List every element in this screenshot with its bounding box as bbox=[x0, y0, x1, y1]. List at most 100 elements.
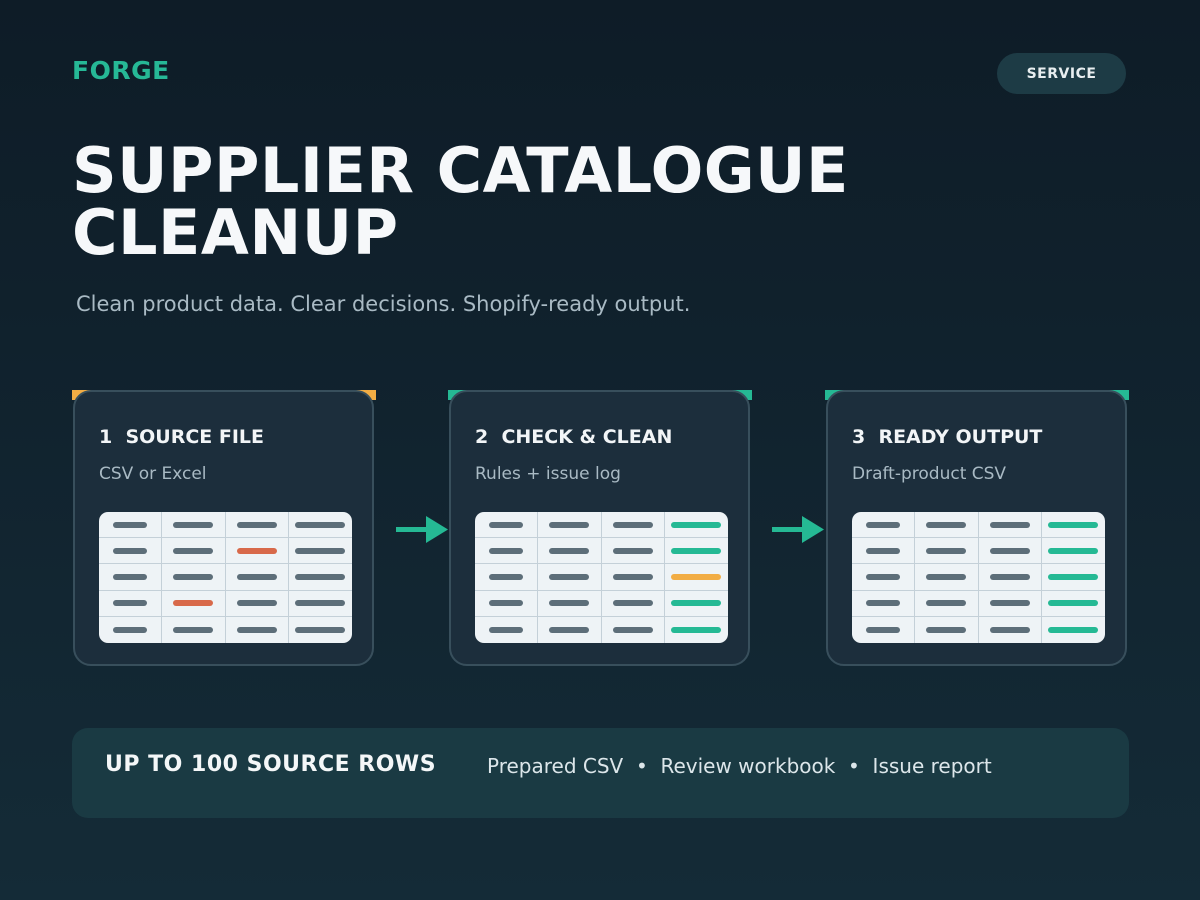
cell-value-orange bbox=[236, 547, 277, 554]
sheet-cell bbox=[915, 538, 979, 565]
sheet-cell bbox=[475, 512, 539, 539]
cell-value-gray bbox=[612, 521, 653, 528]
cell-value-gray bbox=[489, 573, 524, 580]
cell-value-gray bbox=[989, 573, 1030, 580]
sheet-cell bbox=[1042, 617, 1105, 643]
sheet-cell bbox=[162, 512, 226, 539]
cell-value-gray bbox=[926, 600, 967, 607]
sheet-cell bbox=[601, 590, 665, 617]
sheet-cell bbox=[601, 512, 665, 539]
cell-value-gray bbox=[549, 600, 590, 607]
sheet-cell bbox=[225, 538, 289, 565]
sheet-cell bbox=[664, 591, 728, 617]
cell-value-gray bbox=[866, 547, 901, 554]
cell-value-gray bbox=[489, 547, 524, 554]
sheet-cell bbox=[289, 617, 352, 643]
step-subtitle: CSV or Excel bbox=[99, 464, 207, 484]
sheet-cell bbox=[1041, 512, 1105, 539]
step-title: 2 CHECK & CLEAN bbox=[475, 426, 673, 448]
cell-value-gray bbox=[236, 573, 277, 580]
sheet-cell bbox=[915, 564, 979, 591]
cell-value-gray bbox=[612, 547, 653, 554]
cell-value-gray bbox=[236, 626, 277, 633]
sheet-cell bbox=[601, 564, 665, 591]
cell-value-gray bbox=[295, 626, 346, 633]
cell-value-gray bbox=[989, 626, 1030, 633]
sheet-cell bbox=[99, 564, 163, 591]
sheet-cell bbox=[664, 538, 728, 565]
sheet-cell bbox=[664, 564, 728, 591]
step-card-source-file: 1 SOURCE FILE CSV or Excel bbox=[73, 390, 374, 666]
sheet-cell bbox=[978, 590, 1042, 617]
arrow-right-icon bbox=[396, 516, 448, 543]
arrow-right-icon bbox=[772, 516, 824, 543]
cell-value-gray bbox=[113, 573, 148, 580]
cell-value-gray bbox=[866, 600, 901, 607]
cell-value-gray bbox=[173, 626, 214, 633]
sheet-cell bbox=[288, 564, 352, 591]
cell-value-gray bbox=[926, 547, 967, 554]
cell-value-gray bbox=[113, 547, 148, 554]
sheet-cell bbox=[288, 591, 352, 617]
sheet-cell bbox=[978, 564, 1042, 591]
sheet-cell bbox=[99, 538, 163, 565]
cell-value-gray bbox=[173, 547, 214, 554]
page-subtitle: Clean product data. Clear decisions. Sho… bbox=[76, 292, 691, 316]
cell-value-gray bbox=[295, 547, 346, 554]
sheet-cell bbox=[162, 538, 226, 565]
cell-value-gray bbox=[989, 547, 1030, 554]
sheet-cell bbox=[162, 590, 226, 617]
sheet-cell bbox=[288, 538, 352, 565]
sheet-cell bbox=[538, 512, 602, 539]
step-subtitle: Draft-product CSV bbox=[852, 464, 1007, 484]
cell-value-gray bbox=[866, 573, 901, 580]
sheet-cell bbox=[664, 512, 728, 539]
cell-value-green bbox=[671, 521, 722, 528]
cell-value-gray bbox=[489, 521, 524, 528]
step-subtitle: Rules + issue log bbox=[475, 464, 621, 484]
step-title: 1 SOURCE FILE bbox=[99, 426, 265, 448]
sheet-cell bbox=[162, 564, 226, 591]
cell-value-gray bbox=[113, 626, 148, 633]
cell-value-green bbox=[1048, 521, 1099, 528]
sheet-cell bbox=[1041, 538, 1105, 565]
sheet-cell bbox=[475, 538, 539, 565]
sheet-cell bbox=[538, 564, 602, 591]
sheet-cell bbox=[852, 590, 916, 617]
sheet-cell bbox=[99, 590, 163, 617]
cell-value-green bbox=[671, 626, 722, 633]
cell-value-gray bbox=[295, 521, 346, 528]
sheet-cell bbox=[99, 512, 163, 539]
sheet-cell bbox=[915, 590, 979, 617]
cell-value-green bbox=[1048, 573, 1099, 580]
cell-value-gray bbox=[236, 600, 277, 607]
cell-value-gray bbox=[295, 600, 346, 607]
cell-value-green bbox=[1048, 600, 1099, 607]
sheet-cell bbox=[852, 564, 916, 591]
sheet-cell bbox=[978, 512, 1042, 539]
cell-value-gray bbox=[489, 626, 524, 633]
sheet-cell bbox=[225, 512, 289, 539]
step-card-check-clean: 2 CHECK & CLEAN Rules + issue log bbox=[449, 390, 750, 666]
cell-value-gray bbox=[489, 600, 524, 607]
cell-value-gray bbox=[173, 573, 214, 580]
sheet-cell bbox=[852, 616, 916, 643]
page-title: SUPPLIER CATALOGUE CLEANUP bbox=[72, 134, 849, 269]
cell-value-gray bbox=[173, 521, 214, 528]
sheet-cell bbox=[852, 538, 916, 565]
cell-value-green bbox=[1048, 626, 1099, 633]
cell-value-gray bbox=[866, 626, 901, 633]
cell-value-amber bbox=[671, 573, 722, 580]
sheet-cell bbox=[602, 616, 665, 643]
sheet-cell bbox=[915, 512, 979, 539]
cell-value-gray bbox=[926, 626, 967, 633]
cell-value-gray bbox=[989, 600, 1030, 607]
cell-value-gray bbox=[989, 521, 1030, 528]
sheet-cell bbox=[538, 590, 602, 617]
cell-value-gray bbox=[549, 521, 590, 528]
cell-value-gray bbox=[612, 600, 653, 607]
cell-value-gray bbox=[926, 573, 967, 580]
sheet-cell bbox=[852, 512, 916, 539]
cell-value-green bbox=[671, 600, 722, 607]
sheet-cell bbox=[475, 590, 539, 617]
